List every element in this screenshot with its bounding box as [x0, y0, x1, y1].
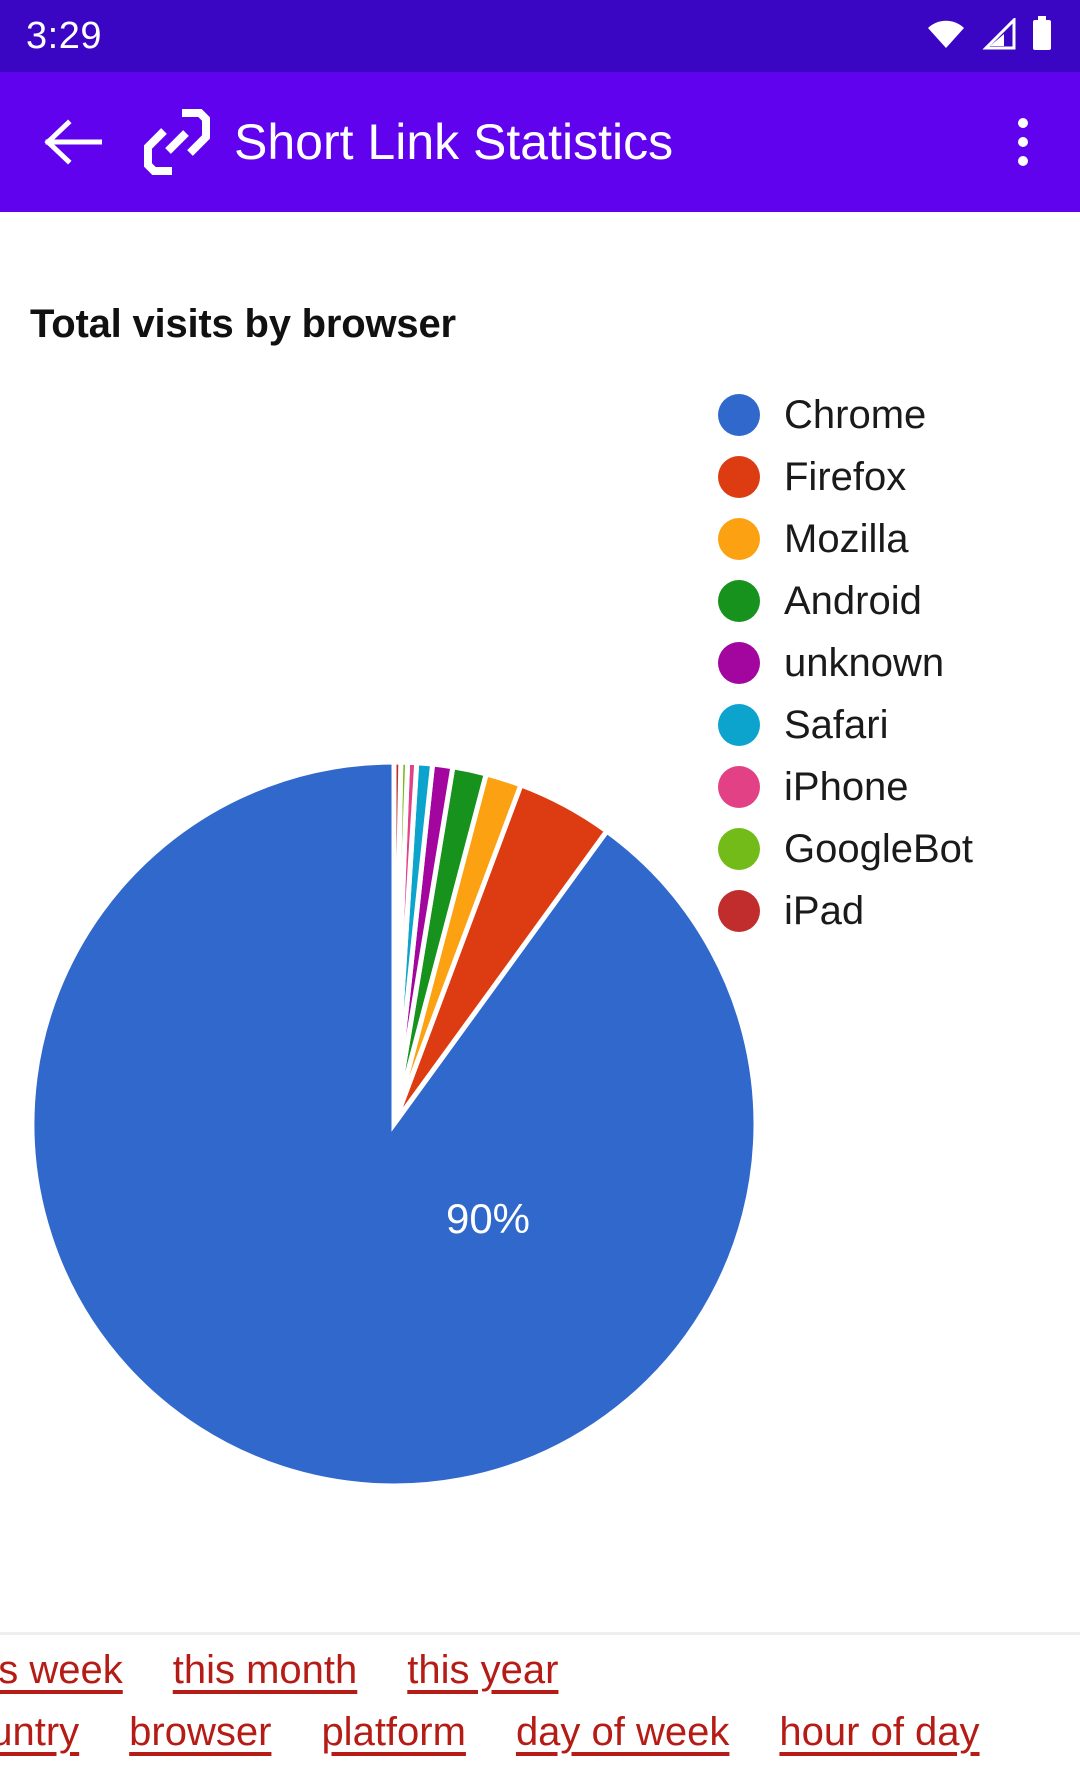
- overflow-dot: [1018, 137, 1028, 147]
- link-platform[interactable]: platform: [321, 1712, 466, 1752]
- link-this-week[interactable]: this week: [0, 1650, 123, 1690]
- legend-item-label: Chrome: [784, 393, 927, 437]
- legend-item[interactable]: iPhone: [718, 756, 1068, 818]
- link-hour-of-day[interactable]: hour of day: [779, 1712, 979, 1752]
- legend-item[interactable]: Firefox: [718, 446, 1068, 508]
- status-bar: 3:29: [0, 0, 1080, 72]
- legend-item[interactable]: Chrome: [718, 384, 1068, 446]
- overflow-dot: [1018, 156, 1028, 166]
- legend-item[interactable]: unknown: [718, 632, 1068, 694]
- legend-color-swatch: [718, 766, 760, 808]
- legend-item-label: unknown: [784, 641, 945, 685]
- legend-item[interactable]: GoogleBot: [718, 818, 1068, 880]
- legend-item[interactable]: iPad: [718, 880, 1068, 942]
- dimension-link-row: country browser platform day of week hou…: [0, 1701, 1030, 1763]
- overflow-menu-button[interactable]: [988, 102, 1058, 182]
- legend-item[interactable]: Android: [718, 570, 1068, 632]
- legend-item-label: GoogleBot: [784, 827, 974, 871]
- legend-color-swatch: [718, 642, 760, 684]
- link-country[interactable]: country: [0, 1712, 79, 1752]
- legend-color-swatch: [718, 394, 760, 436]
- statistics-content: Total visits by browser Chrome Firefox M…: [0, 212, 1080, 1632]
- legend-item-label: Safari: [784, 703, 889, 747]
- legend-item[interactable]: Mozilla: [718, 508, 1068, 570]
- legend-item-label: Android: [784, 579, 922, 623]
- legend-item-label: Mozilla: [784, 517, 909, 561]
- battery-icon: [1030, 15, 1054, 57]
- legend-color-swatch: [718, 456, 760, 498]
- legend-color-swatch: [718, 890, 760, 932]
- legend-color-swatch: [718, 704, 760, 746]
- status-bar-clock: 3:29: [26, 15, 102, 57]
- link-this-month[interactable]: this month: [173, 1650, 358, 1690]
- chart-legend: Chrome Firefox Mozilla Android unknown S…: [718, 384, 1068, 942]
- link-day-of-week[interactable]: day of week: [516, 1712, 729, 1752]
- link-this-year[interactable]: this year: [407, 1650, 558, 1690]
- legend-color-swatch: [718, 518, 760, 560]
- cellular-signal-icon: [980, 15, 1016, 55]
- time-range-link-row: this week this month this year: [0, 1639, 608, 1701]
- legend-color-swatch: [718, 828, 760, 870]
- app-bar: Short Link Statistics: [0, 72, 1080, 212]
- overflow-dot: [1018, 118, 1028, 128]
- status-bar-icons: [926, 15, 1054, 57]
- pie-slice-percent-label: 90%: [445, 1195, 531, 1242]
- bottom-filter-bar: this week this month this year country b…: [0, 1632, 1080, 1780]
- wifi-icon: [926, 18, 966, 55]
- back-button[interactable]: [40, 109, 106, 175]
- legend-item-label: iPad: [784, 889, 865, 933]
- legend-item[interactable]: Safari: [718, 694, 1068, 756]
- page-title: Short Link Statistics: [234, 114, 674, 170]
- legend-color-swatch: [718, 580, 760, 622]
- legend-item-label: iPhone: [784, 765, 909, 809]
- link-browser[interactable]: browser: [129, 1712, 271, 1752]
- legend-item-label: Firefox: [784, 455, 907, 499]
- link-chain-icon: [138, 103, 216, 181]
